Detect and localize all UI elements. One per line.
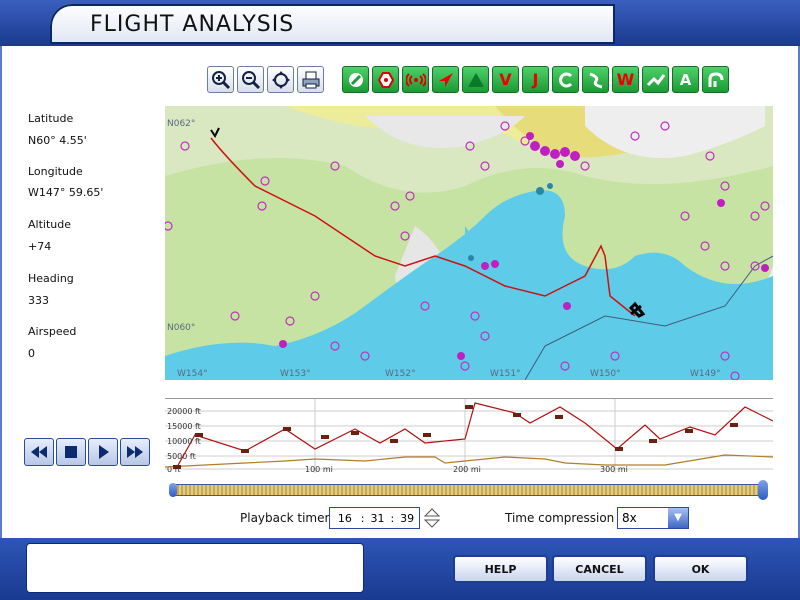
longitude-label: Longitude	[28, 165, 83, 178]
slider-handle[interactable]	[758, 480, 768, 500]
playback-slider[interactable]	[170, 484, 767, 496]
flight-map[interactable]: N062° N060° W154° W153° W152° W151° W150…	[165, 106, 773, 380]
pan-icon[interactable]	[267, 66, 294, 93]
slider-start-handle[interactable]	[169, 483, 177, 497]
profile-alt-label: 10000 ft	[167, 437, 201, 446]
jet-airway-button[interactable]: J	[522, 66, 549, 93]
title-tab: FLIGHT ANALYSIS	[50, 4, 615, 44]
profile-dist-label: 300 mi	[600, 465, 628, 473]
triangle-icon[interactable]	[462, 66, 489, 93]
timer-spinner[interactable]	[423, 507, 441, 529]
airway-icon[interactable]	[642, 66, 669, 93]
profile-alt-label: 15000 ft	[167, 422, 201, 431]
airspeed-value: 0	[28, 347, 35, 360]
chevron-down-icon[interactable]: ▼	[668, 508, 688, 528]
playback-timer-field[interactable]: 16 : 31 : 39	[329, 507, 420, 529]
ok-button[interactable]: OK	[653, 555, 748, 583]
window-title: FLIGHT ANALYSIS	[90, 12, 295, 37]
cancel-button[interactable]: CANCEL	[552, 555, 647, 583]
latitude-label: Latitude	[28, 112, 74, 125]
victor-airway-button[interactable]: V	[492, 66, 519, 93]
fast-forward-button[interactable]	[120, 438, 150, 466]
time-compression-value: 8x	[622, 511, 637, 525]
status-box	[26, 543, 364, 593]
zoom-in-icon[interactable]	[207, 66, 234, 93]
map-label: W152°	[385, 369, 416, 379]
map-label: N062°	[167, 119, 195, 129]
circular-route-icon[interactable]	[552, 66, 579, 93]
latitude-value: N60° 4.55'	[28, 134, 87, 147]
arrow-icon[interactable]	[432, 66, 459, 93]
approach-icon[interactable]	[702, 66, 729, 93]
play-button[interactable]	[88, 438, 118, 466]
filter-toolbar: V J W A	[342, 66, 732, 94]
a-filter-button[interactable]: A	[672, 66, 699, 93]
time-compression-select[interactable]: 8x ▼	[617, 507, 689, 529]
map-toolbar	[207, 66, 327, 94]
w-filter-button[interactable]: W	[612, 66, 639, 93]
timer-hours[interactable]: 16	[330, 512, 360, 525]
radio-signal-icon[interactable]	[402, 66, 429, 93]
heading-value: 333	[28, 294, 49, 307]
slash-check-icon[interactable]	[342, 66, 369, 93]
timer-seconds[interactable]: 39	[395, 512, 419, 525]
hexagon-icon[interactable]	[372, 66, 399, 93]
map-label: W153°	[280, 369, 311, 379]
curve-route-icon[interactable]	[582, 66, 609, 93]
playback-timer-label: Playback timer	[240, 511, 330, 525]
map-label: W150°	[590, 369, 621, 379]
help-button[interactable]: HELP	[453, 555, 548, 583]
map-label: W154°	[177, 369, 208, 379]
airspeed-label: Airspeed	[28, 325, 77, 338]
longitude-value: W147° 59.65'	[28, 186, 104, 199]
altitude-value: +74	[28, 240, 52, 253]
map-label: W151°	[490, 369, 521, 379]
altitude-label: Altitude	[28, 218, 71, 231]
rewind-button[interactable]	[24, 438, 54, 466]
altitude-profile: 20000 ft 15000 ft 10000 ft 5000 ft 0 ft …	[164, 398, 774, 474]
print-icon[interactable]	[297, 66, 324, 93]
map-label: W149°	[690, 369, 721, 379]
profile-dist-label: 200 mi	[453, 465, 481, 473]
heading-label: Heading	[28, 272, 74, 285]
map-label: N060°	[167, 323, 195, 333]
stop-button[interactable]	[56, 438, 86, 466]
profile-alt-label: 20000 ft	[167, 407, 201, 416]
profile-dist-label: 100 mi	[305, 465, 333, 473]
time-compression-label: Time compression	[505, 511, 615, 525]
timer-minutes[interactable]: 31	[366, 512, 390, 525]
zoom-out-icon[interactable]	[237, 66, 264, 93]
